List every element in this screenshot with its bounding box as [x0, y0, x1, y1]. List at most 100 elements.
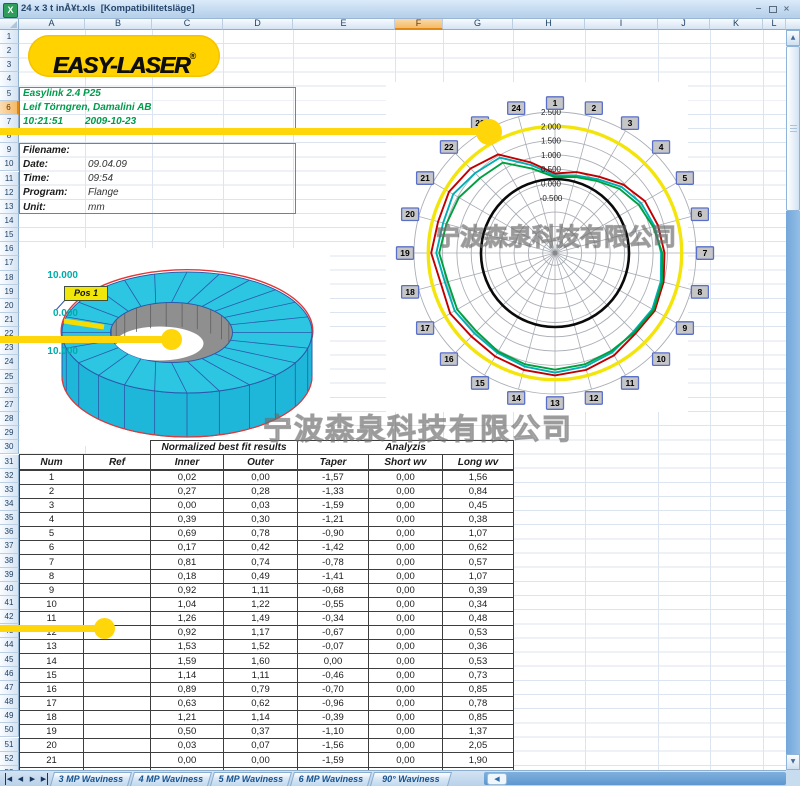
table-cell[interactable]: 0,00: [369, 569, 443, 583]
table-cell[interactable]: [84, 640, 151, 654]
table-cell[interactable]: 0,92: [151, 583, 224, 597]
table-cell[interactable]: 0,78: [443, 696, 514, 710]
row-header-4[interactable]: 4: [0, 72, 19, 86]
table-cell[interactable]: 0,30: [224, 513, 298, 527]
table-cell[interactable]: 1,11: [224, 668, 298, 682]
column-header-E[interactable]: E: [293, 18, 395, 30]
column-header-I[interactable]: I: [585, 18, 658, 30]
table-cell[interactable]: 0,00: [369, 711, 443, 725]
row-header-39[interactable]: 39: [0, 568, 19, 582]
row-header-49[interactable]: 49: [0, 709, 19, 723]
row-header-6[interactable]: 6: [0, 101, 19, 115]
table-cell[interactable]: 5: [20, 527, 84, 541]
table-cell[interactable]: 0,63: [151, 696, 224, 710]
column-header-H[interactable]: H: [513, 18, 585, 30]
table-cell[interactable]: [84, 739, 151, 753]
row-header-7[interactable]: 7: [0, 115, 19, 129]
table-cell[interactable]: 0,00: [369, 555, 443, 569]
sheet-tab-3-mp-waviness[interactable]: 3 MP Waviness: [50, 772, 132, 786]
table-cell[interactable]: 0,48: [443, 612, 514, 626]
table-col-header-long-wv[interactable]: Long wv: [443, 455, 514, 470]
table-cell[interactable]: [84, 753, 151, 767]
row-header-51[interactable]: 51: [0, 738, 19, 752]
sheet-tab-90-waviness[interactable]: 90° Waviness: [370, 772, 452, 786]
table-cell[interactable]: 0,00: [369, 541, 443, 555]
table-cell[interactable]: [84, 612, 151, 626]
column-header-D[interactable]: D: [223, 18, 293, 30]
table-cell[interactable]: 1,22: [224, 597, 298, 611]
table-cell[interactable]: 0,62: [224, 696, 298, 710]
table-cell[interactable]: 0,00: [369, 725, 443, 739]
table-cell[interactable]: -1,41: [298, 569, 369, 583]
sheet-tab-6-mp-waviness[interactable]: 6 MP Waviness: [290, 772, 372, 786]
table-cell[interactable]: [84, 725, 151, 739]
table-cell[interactable]: -0,07: [298, 640, 369, 654]
table-cell[interactable]: -1,59: [298, 498, 369, 512]
table-cell[interactable]: -1,33: [298, 484, 369, 498]
table-col-header-num[interactable]: Num: [20, 455, 84, 470]
table-cell[interactable]: 0,02: [151, 470, 224, 485]
table-cell[interactable]: 0,07: [224, 739, 298, 753]
table-cell[interactable]: 0,00: [369, 626, 443, 640]
row-header-15[interactable]: 15: [0, 228, 19, 242]
row-header-11[interactable]: 11: [0, 172, 19, 186]
row-header-16[interactable]: 16: [0, 242, 19, 256]
table-cell[interactable]: 1,37: [443, 725, 514, 739]
row-header-35[interactable]: 35: [0, 511, 19, 525]
row-header-27[interactable]: 27: [0, 398, 19, 412]
row-header-40[interactable]: 40: [0, 582, 19, 596]
table-cell[interactable]: 8: [20, 569, 84, 583]
horizontal-scrollbar[interactable]: [484, 772, 786, 785]
row-header-5[interactable]: 5: [0, 87, 19, 101]
table-cell[interactable]: -1,57: [298, 470, 369, 485]
row-header-1[interactable]: 1: [0, 30, 19, 44]
table-cell[interactable]: -0,46: [298, 668, 369, 682]
table-cell[interactable]: 1,52: [224, 640, 298, 654]
table-cell[interactable]: 9: [20, 583, 84, 597]
table-cell[interactable]: 19: [20, 725, 84, 739]
table-cell[interactable]: 3: [20, 498, 84, 512]
table-cell[interactable]: 7: [20, 555, 84, 569]
column-header-K[interactable]: K: [710, 18, 763, 30]
row-header-25[interactable]: 25: [0, 370, 19, 384]
row-header-50[interactable]: 50: [0, 723, 19, 737]
row-header-28[interactable]: 28: [0, 412, 19, 426]
table-cell[interactable]: 1,60: [224, 654, 298, 668]
table-cell[interactable]: 10: [20, 597, 84, 611]
row-header-19[interactable]: 19: [0, 285, 19, 299]
results-table-region[interactable]: Normalized best fit resultsAnalyzisNumRe…: [19, 440, 517, 770]
row-header-14[interactable]: 14: [0, 214, 19, 228]
row-header-17[interactable]: 17: [0, 256, 19, 270]
table-cell[interactable]: 0,39: [443, 583, 514, 597]
table-cell[interactable]: 1,21: [151, 711, 224, 725]
row-header-2[interactable]: 2: [0, 44, 19, 58]
table-cell[interactable]: 0,03: [151, 739, 224, 753]
select-all-corner[interactable]: [0, 18, 19, 30]
row-header-52[interactable]: 52: [0, 752, 19, 766]
table-cell[interactable]: 0,92: [151, 626, 224, 640]
row-header-30[interactable]: 30: [0, 440, 19, 454]
table-cell[interactable]: 0,00: [224, 470, 298, 485]
vscroll-track[interactable]: [786, 211, 800, 754]
column-header-B[interactable]: B: [85, 18, 152, 30]
table-cell[interactable]: -1,42: [298, 541, 369, 555]
table-cell[interactable]: 0,69: [151, 527, 224, 541]
table-cell[interactable]: 0,62: [443, 541, 514, 555]
row-header-45[interactable]: 45: [0, 653, 19, 667]
table-cell[interactable]: -0,96: [298, 696, 369, 710]
row-header-31[interactable]: 31: [0, 455, 19, 469]
row-header-38[interactable]: 38: [0, 554, 19, 568]
table-cell[interactable]: 0,00: [298, 654, 369, 668]
row-header-26[interactable]: 26: [0, 384, 19, 398]
table-col-header-inner[interactable]: Inner: [151, 455, 224, 470]
table-cell[interactable]: 1,04: [151, 597, 224, 611]
close-button[interactable]: ×: [780, 4, 793, 14]
row-header-34[interactable]: 34: [0, 497, 19, 511]
table-cell[interactable]: 0,00: [369, 498, 443, 512]
column-header-L[interactable]: L: [763, 18, 786, 30]
table-col-header-outer[interactable]: Outer: [224, 455, 298, 470]
table-cell[interactable]: 0,50: [151, 725, 224, 739]
row-header-23[interactable]: 23: [0, 341, 19, 355]
table-cell[interactable]: 0,00: [369, 753, 443, 767]
table-col-header-taper[interactable]: Taper: [298, 455, 369, 470]
